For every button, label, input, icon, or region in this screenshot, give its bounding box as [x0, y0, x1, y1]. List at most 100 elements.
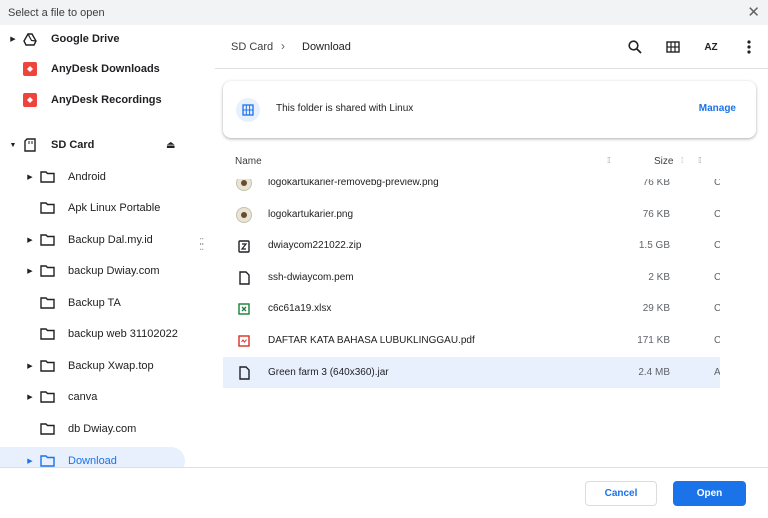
breadcrumb-root[interactable]: SD Card	[231, 41, 273, 53]
file-row[interactable]: c6c61a19.xlsx 29 KB C	[223, 293, 720, 324]
sidebar-resize-handle[interactable]: ⁚⁚ ⁚⁚	[199, 238, 204, 253]
sidebar-item-label: Backup Dal.my.id	[68, 234, 153, 246]
banner-text: This folder is shared with Linux	[276, 103, 414, 114]
file-row[interactable]: dwiaycom221022.zip 1.5 GB C	[223, 230, 720, 261]
cancel-button[interactable]: Cancel	[585, 481, 657, 506]
column-resize-handle[interactable]: ⁞	[681, 156, 683, 165]
search-icon[interactable]	[626, 38, 644, 56]
file-icon	[235, 269, 253, 287]
folder-icon	[39, 421, 55, 437]
file-size: 29 KB	[642, 303, 670, 314]
close-icon[interactable]: ✕	[747, 5, 760, 20]
sidebar: ▶ Google Drive AnyDesk Downloads AnyDesk…	[0, 25, 205, 467]
sidebar-item-android[interactable]: ▶ Android	[0, 163, 205, 191]
column-resize-handle[interactable]: ⁞⁞	[607, 156, 611, 165]
dialog-footer: Cancel Open	[0, 467, 768, 518]
sidebar-item-label: db Dwiay.com	[68, 423, 137, 435]
main-pane: SD Card › Download AZ This folder is sha…	[215, 25, 768, 467]
sidebar-item-label: AnyDesk Downloads	[51, 63, 160, 75]
column-resize-handle[interactable]: ⁞⁞	[698, 156, 702, 165]
manage-button[interactable]: Manage	[699, 103, 736, 114]
file-type: C	[714, 179, 720, 188]
file-type: A	[714, 367, 720, 378]
linux-share-banner: This folder is shared with Linux Manage	[223, 81, 756, 138]
file-name: logokartukarier-removebg-preview.png	[268, 179, 439, 188]
sidebar-item-backup-ta[interactable]: Backup TA	[0, 289, 205, 317]
sidebar-item-label: Android	[68, 171, 106, 183]
sidebar-item-label: AnyDesk Recordings	[51, 94, 162, 106]
folder-icon	[39, 200, 55, 216]
sidebar-item-backup-dwiay[interactable]: ▶ backup Dwiay.com	[0, 257, 205, 285]
file-row[interactable]: DAFTAR KATA BAHASA LUBUKLINGGAU.pdf 171 …	[223, 325, 720, 356]
name-column-header[interactable]: Name	[235, 156, 262, 167]
sidebar-item-label: SD Card	[51, 139, 95, 151]
open-button[interactable]: Open	[673, 481, 746, 506]
breadcrumb-separator: ›	[281, 39, 285, 53]
folder-icon	[39, 358, 55, 374]
expand-arrow-icon[interactable]: ▶	[8, 35, 18, 43]
folder-icon	[39, 453, 55, 467]
expand-arrow-icon[interactable]: ▶	[25, 362, 35, 370]
file-name: logokartukarier.png	[268, 209, 354, 220]
sidebar-item-anydesk-downloads[interactable]: AnyDesk Downloads	[0, 55, 205, 83]
archive-icon	[235, 237, 253, 255]
expand-arrow-icon[interactable]: ▶	[25, 457, 35, 465]
file-type: C	[714, 209, 720, 220]
file-size: 2 KB	[648, 272, 670, 283]
anydesk-icon	[22, 92, 38, 108]
expand-arrow-icon[interactable]: ▶	[25, 236, 35, 244]
folder-icon	[39, 326, 55, 342]
file-row[interactable]: logokartukarier.png 76 KB C	[223, 199, 720, 230]
sidebar-item-label: Google Drive	[51, 33, 120, 45]
sidebar-item-label: Download	[68, 455, 117, 467]
breadcrumb-current: Download	[302, 41, 351, 53]
dialog-title: Select a file to open	[8, 6, 105, 19]
title-bar: Select a file to open ✕	[0, 0, 768, 25]
linux-share-icon	[236, 98, 260, 122]
sidebar-item-google-drive[interactable]: ▶ Google Drive	[0, 25, 205, 53]
google-drive-icon	[22, 31, 38, 47]
file-size: 1.5 GB	[638, 240, 670, 251]
expand-arrow-icon[interactable]: ▶	[25, 267, 35, 275]
sidebar-item-backup-web[interactable]: backup web 31102022	[0, 320, 205, 348]
sidebar-item-sd-card[interactable]: ▼ SD Card ⏏	[0, 131, 205, 159]
more-vert-icon[interactable]	[740, 38, 758, 56]
sidebar-item-db-dwiay[interactable]: db Dwiay.com	[0, 415, 205, 443]
grid-view-icon[interactable]	[664, 38, 682, 56]
expand-arrow-icon[interactable]: ▶	[25, 173, 35, 181]
sort-az-label: AZ	[704, 41, 718, 53]
folder-icon	[39, 295, 55, 311]
eject-icon[interactable]: ⏏	[166, 140, 175, 151]
file-type: C	[714, 303, 720, 314]
sidebar-item-label: canva	[68, 391, 98, 403]
file-row[interactable]: logokartukarier-removebg-preview.png 76 …	[223, 179, 720, 198]
folder-icon	[39, 169, 55, 185]
sidebar-item-canva[interactable]: ▶ canva	[0, 383, 205, 411]
sidebar-item-label: backup web 31102022	[68, 328, 178, 340]
sidebar-item-backup-xwap[interactable]: ▶ Backup Xwap.top	[0, 352, 205, 380]
file-name: Green farm 3 (640x360).jar	[268, 367, 389, 378]
file-type: C	[714, 335, 720, 346]
file-type: C	[714, 240, 720, 251]
file-size: 76 KB	[642, 179, 670, 188]
sidebar-item-label: Backup TA	[68, 297, 121, 309]
image-thumbnail-icon	[235, 179, 253, 192]
file-type: C	[714, 272, 720, 283]
sd-card-icon	[22, 137, 38, 153]
sidebar-item-download[interactable]: ▶ Download	[0, 447, 185, 467]
sort-az-button[interactable]: AZ	[702, 38, 720, 56]
sidebar-item-label: Apk Linux Portable	[68, 202, 161, 214]
sidebar-item-label: Backup Xwap.top	[68, 360, 154, 372]
size-column-header[interactable]: Size	[654, 156, 673, 167]
file-size: 76 KB	[642, 209, 670, 220]
sidebar-item-anydesk-recordings[interactable]: AnyDesk Recordings	[0, 86, 205, 114]
expand-arrow-icon[interactable]: ▶	[25, 393, 35, 401]
sidebar-item-apk-linux-portable[interactable]: Apk Linux Portable	[0, 194, 205, 222]
file-name: DAFTAR KATA BAHASA LUBUKLINGGAU.pdf	[268, 335, 475, 346]
sidebar-item-backup-dal[interactable]: ▶ Backup Dal.my.id	[0, 226, 205, 254]
file-row[interactable]: ssh-dwiaycom.pem 2 KB C	[223, 262, 720, 293]
file-row-selected[interactable]: Green farm 3 (640x360).jar 2.4 MB A	[223, 357, 720, 388]
collapse-arrow-icon[interactable]: ▼	[8, 142, 18, 149]
folder-icon	[39, 389, 55, 405]
image-thumbnail-icon	[235, 206, 253, 224]
